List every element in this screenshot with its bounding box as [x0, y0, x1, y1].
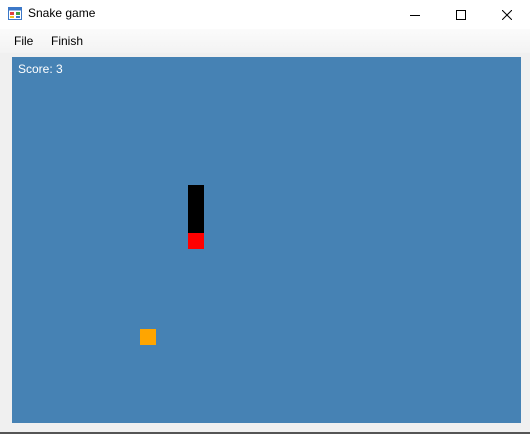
game-board[interactable]: Score: 3	[12, 57, 521, 423]
title-bar[interactable]: Snake game	[0, 0, 530, 29]
close-icon	[502, 9, 512, 20]
minimize-button[interactable]	[392, 0, 438, 29]
snake-body-segment	[188, 185, 204, 201]
window-title: Snake game	[28, 6, 96, 20]
menu-finish[interactable]: Finish	[51, 34, 83, 48]
app-window: Snake game File Finish Score: 3	[0, 0, 530, 434]
score-label: Score: 3	[18, 62, 63, 76]
maximize-button[interactable]	[438, 0, 484, 29]
menu-bar: File Finish	[0, 29, 530, 53]
menu-file[interactable]: File	[14, 34, 33, 48]
minimize-icon	[410, 14, 420, 16]
snake-head	[188, 233, 204, 249]
snake-body-segment	[188, 217, 204, 233]
windows-form-icon	[8, 7, 22, 20]
food-item	[140, 329, 156, 345]
snake-body-segment	[188, 201, 204, 217]
close-button[interactable]	[484, 0, 530, 29]
maximize-icon	[456, 9, 466, 20]
